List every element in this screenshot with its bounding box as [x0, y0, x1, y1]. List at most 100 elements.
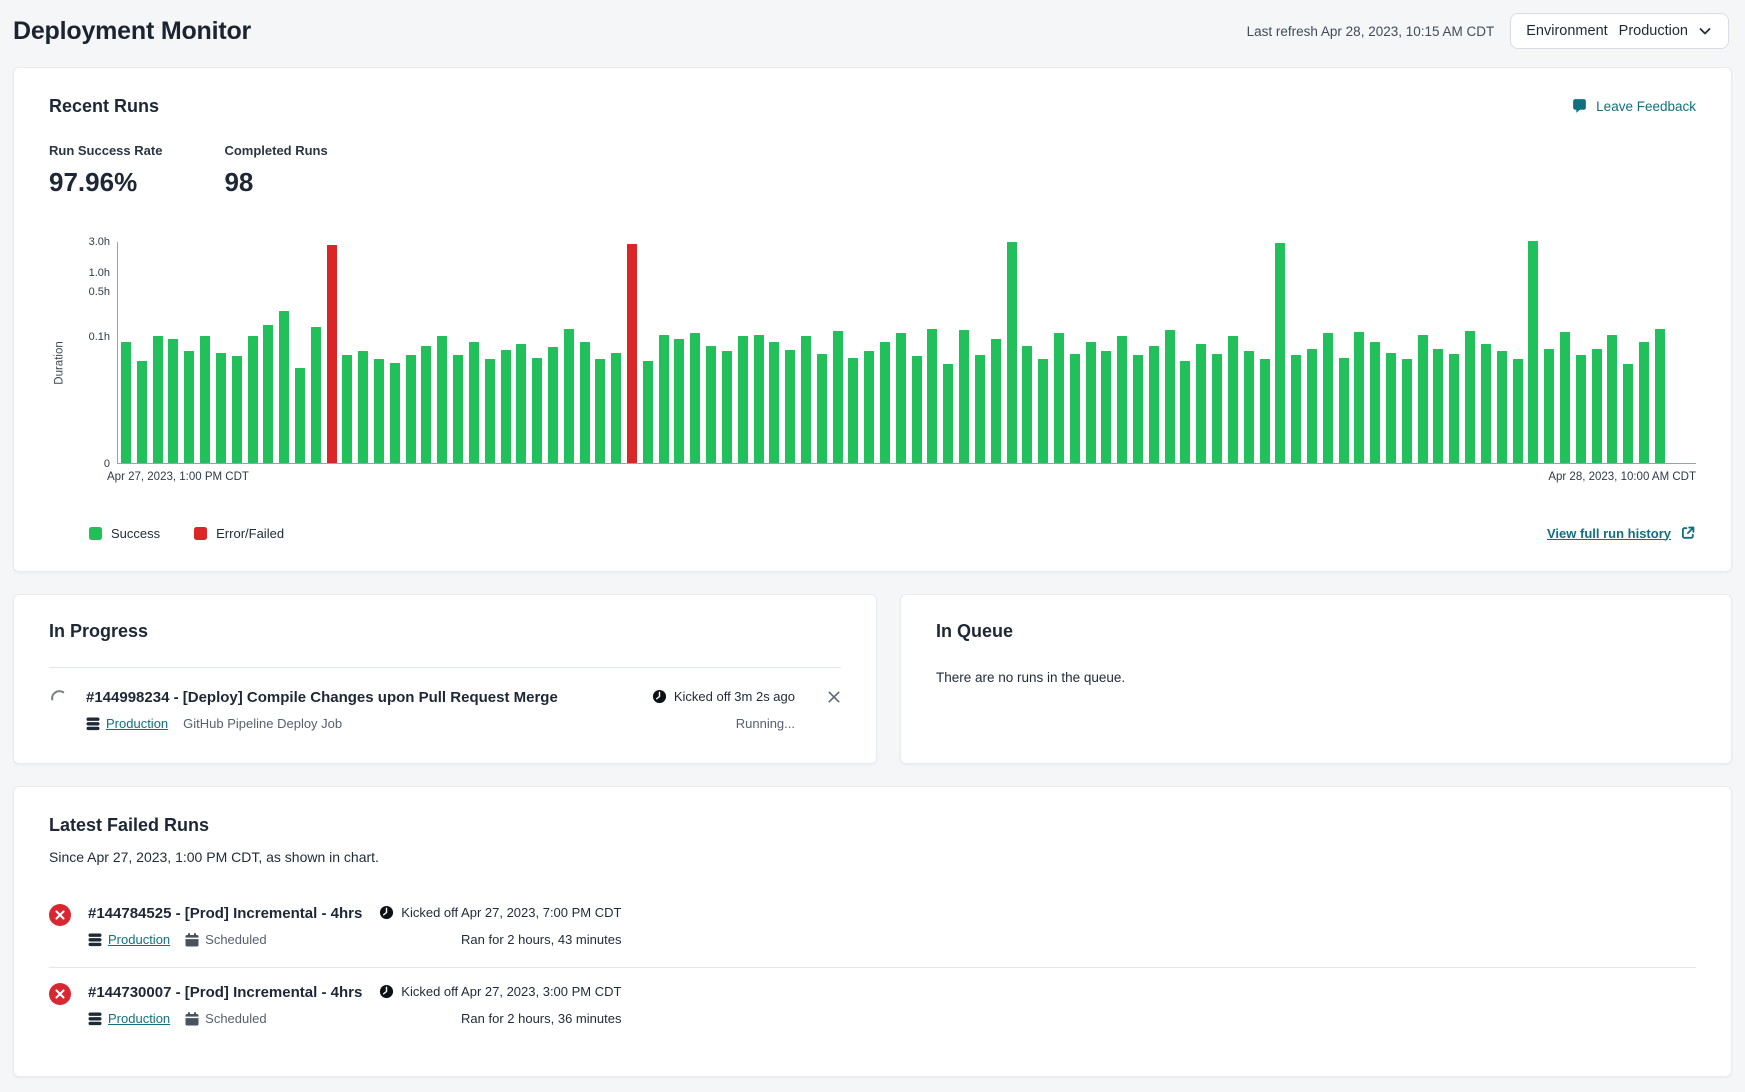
run-bar-success[interactable] — [959, 330, 969, 463]
run-bar-success[interactable] — [1086, 342, 1096, 463]
run-bar-success[interactable] — [754, 335, 764, 463]
run-bar-success[interactable] — [1275, 243, 1285, 463]
run-bar-success[interactable] — [785, 350, 795, 463]
run-bar-success[interactable] — [1528, 241, 1538, 463]
run-bar-success[interactable] — [406, 355, 416, 463]
run-bar-success[interactable] — [1576, 355, 1586, 463]
run-bar-success[interactable] — [501, 350, 511, 463]
run-bar-success[interactable] — [421, 346, 431, 463]
run-bar-success[interactable] — [1133, 355, 1143, 463]
run-bar-success[interactable] — [184, 351, 194, 463]
run-bar-success[interactable] — [1623, 364, 1633, 463]
run-bar-success[interactable] — [991, 339, 1001, 463]
run-bar-success[interactable] — [1497, 351, 1507, 463]
run-bar-success[interactable] — [896, 333, 906, 463]
run-bar-success[interactable] — [216, 353, 226, 463]
run-bar-success[interactable] — [232, 356, 242, 463]
run-bar-success[interactable] — [927, 329, 937, 463]
run-bar-success[interactable] — [1370, 342, 1380, 463]
run-bar-success[interactable] — [1291, 355, 1301, 463]
run-bar-success[interactable] — [880, 342, 890, 463]
run-bar-success[interactable] — [738, 336, 748, 463]
run-bar-success[interactable] — [1465, 331, 1475, 463]
run-bar-success[interactable] — [1449, 354, 1459, 463]
run-bar-success[interactable] — [390, 363, 400, 463]
run-bar-success[interactable] — [1101, 351, 1111, 463]
run-bar-success[interactable] — [437, 336, 447, 463]
run-bar-success[interactable] — [690, 333, 700, 463]
run-bar-success[interactable] — [1022, 346, 1032, 463]
run-bar-success[interactable] — [153, 336, 163, 463]
run-bar-success[interactable] — [1433, 349, 1443, 463]
run-bar-success[interactable] — [1260, 359, 1270, 463]
run-bar-success[interactable] — [1307, 349, 1317, 463]
run-bar-success[interactable] — [358, 351, 368, 463]
run-bar-success[interactable] — [1481, 344, 1491, 463]
run-bar-failed[interactable] — [327, 245, 337, 463]
run-bar-success[interactable] — [342, 355, 352, 463]
run-bar-success[interactable] — [1212, 354, 1222, 463]
run-bar-success[interactable] — [1402, 359, 1412, 463]
run-bar-success[interactable] — [580, 342, 590, 463]
run-bar-success[interactable] — [864, 351, 874, 463]
run-bar-success[interactable] — [1655, 329, 1665, 463]
run-bar-success[interactable] — [1339, 358, 1349, 463]
run-bar-success[interactable] — [1544, 349, 1554, 463]
run-bar-success[interactable] — [532, 358, 542, 463]
run-bar-success[interactable] — [137, 361, 147, 463]
run-bar-failed[interactable] — [627, 244, 637, 463]
run-bar-success[interactable] — [1386, 353, 1396, 463]
run-bar-success[interactable] — [295, 368, 305, 463]
run-bar-success[interactable] — [706, 346, 716, 463]
run-bar-success[interactable] — [453, 355, 463, 463]
run-bar-success[interactable] — [121, 342, 131, 463]
run-bar-success[interactable] — [374, 359, 384, 463]
run-bar-success[interactable] — [168, 339, 178, 463]
run-bar-success[interactable] — [485, 359, 495, 463]
run-bar-success[interactable] — [1228, 336, 1238, 463]
run-bar-success[interactable] — [833, 331, 843, 463]
run-bar-success[interactable] — [263, 325, 273, 463]
run-bar-success[interactable] — [943, 364, 953, 463]
run-bar-success[interactable] — [674, 339, 684, 463]
environment-link[interactable]: Production — [86, 716, 168, 731]
run-bar-success[interactable] — [722, 351, 732, 463]
run-bar-success[interactable] — [1070, 354, 1080, 463]
run-bar-success[interactable] — [975, 355, 985, 463]
run-bar-success[interactable] — [611, 353, 621, 463]
run-bar-success[interactable] — [595, 359, 605, 463]
run-bar-success[interactable] — [848, 358, 858, 463]
view-full-run-history-link[interactable]: View full run history — [1547, 525, 1696, 541]
run-bar-success[interactable] — [311, 327, 321, 463]
leave-feedback-link[interactable]: Leave Feedback — [1571, 98, 1696, 115]
run-bar-success[interactable] — [1196, 344, 1206, 463]
run-bar-success[interactable] — [548, 347, 558, 463]
run-bar-success[interactable] — [1165, 330, 1175, 463]
run-bar-success[interactable] — [1323, 333, 1333, 463]
run-bar-success[interactable] — [1054, 333, 1064, 463]
run-bar-success[interactable] — [1418, 335, 1428, 463]
environment-link[interactable]: Production — [88, 1011, 170, 1026]
run-bar-success[interactable] — [1592, 349, 1602, 463]
run-bar-success[interactable] — [1244, 351, 1254, 463]
run-bar-success[interactable] — [912, 356, 922, 463]
run-bar-success[interactable] — [817, 354, 827, 463]
run-bar-success[interactable] — [1639, 342, 1649, 463]
run-bar-success[interactable] — [643, 361, 653, 463]
close-icon[interactable] — [827, 689, 841, 708]
run-bar-success[interactable] — [564, 329, 574, 463]
run-bar-success[interactable] — [1607, 335, 1617, 463]
run-bar-success[interactable] — [1354, 332, 1364, 463]
run-bar-success[interactable] — [1007, 242, 1017, 463]
environment-link[interactable]: Production — [88, 932, 170, 947]
run-bar-success[interactable] — [516, 344, 526, 463]
run-bar-success[interactable] — [801, 336, 811, 463]
run-bar-success[interactable] — [1038, 359, 1048, 463]
run-bar-success[interactable] — [1117, 336, 1127, 463]
run-bar-success[interactable] — [1180, 361, 1190, 463]
run-bar-success[interactable] — [279, 311, 289, 463]
run-bar-success[interactable] — [769, 342, 779, 463]
run-bar-success[interactable] — [1149, 346, 1159, 463]
run-bar-success[interactable] — [469, 342, 479, 463]
run-bar-success[interactable] — [200, 336, 210, 463]
